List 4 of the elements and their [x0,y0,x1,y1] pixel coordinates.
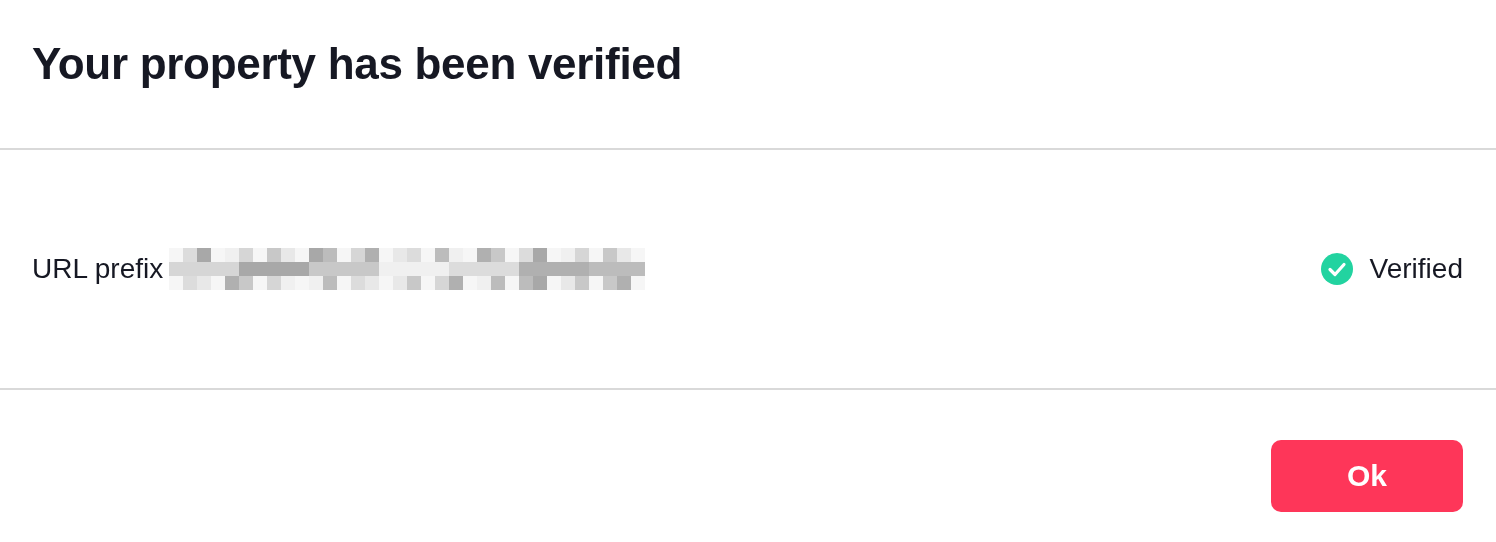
dialog-title: Your property has been verified [32,39,683,89]
status-text: Verified [1369,253,1463,285]
ok-button[interactable]: Ok [1271,440,1463,512]
property-label: URL prefix [32,253,164,285]
